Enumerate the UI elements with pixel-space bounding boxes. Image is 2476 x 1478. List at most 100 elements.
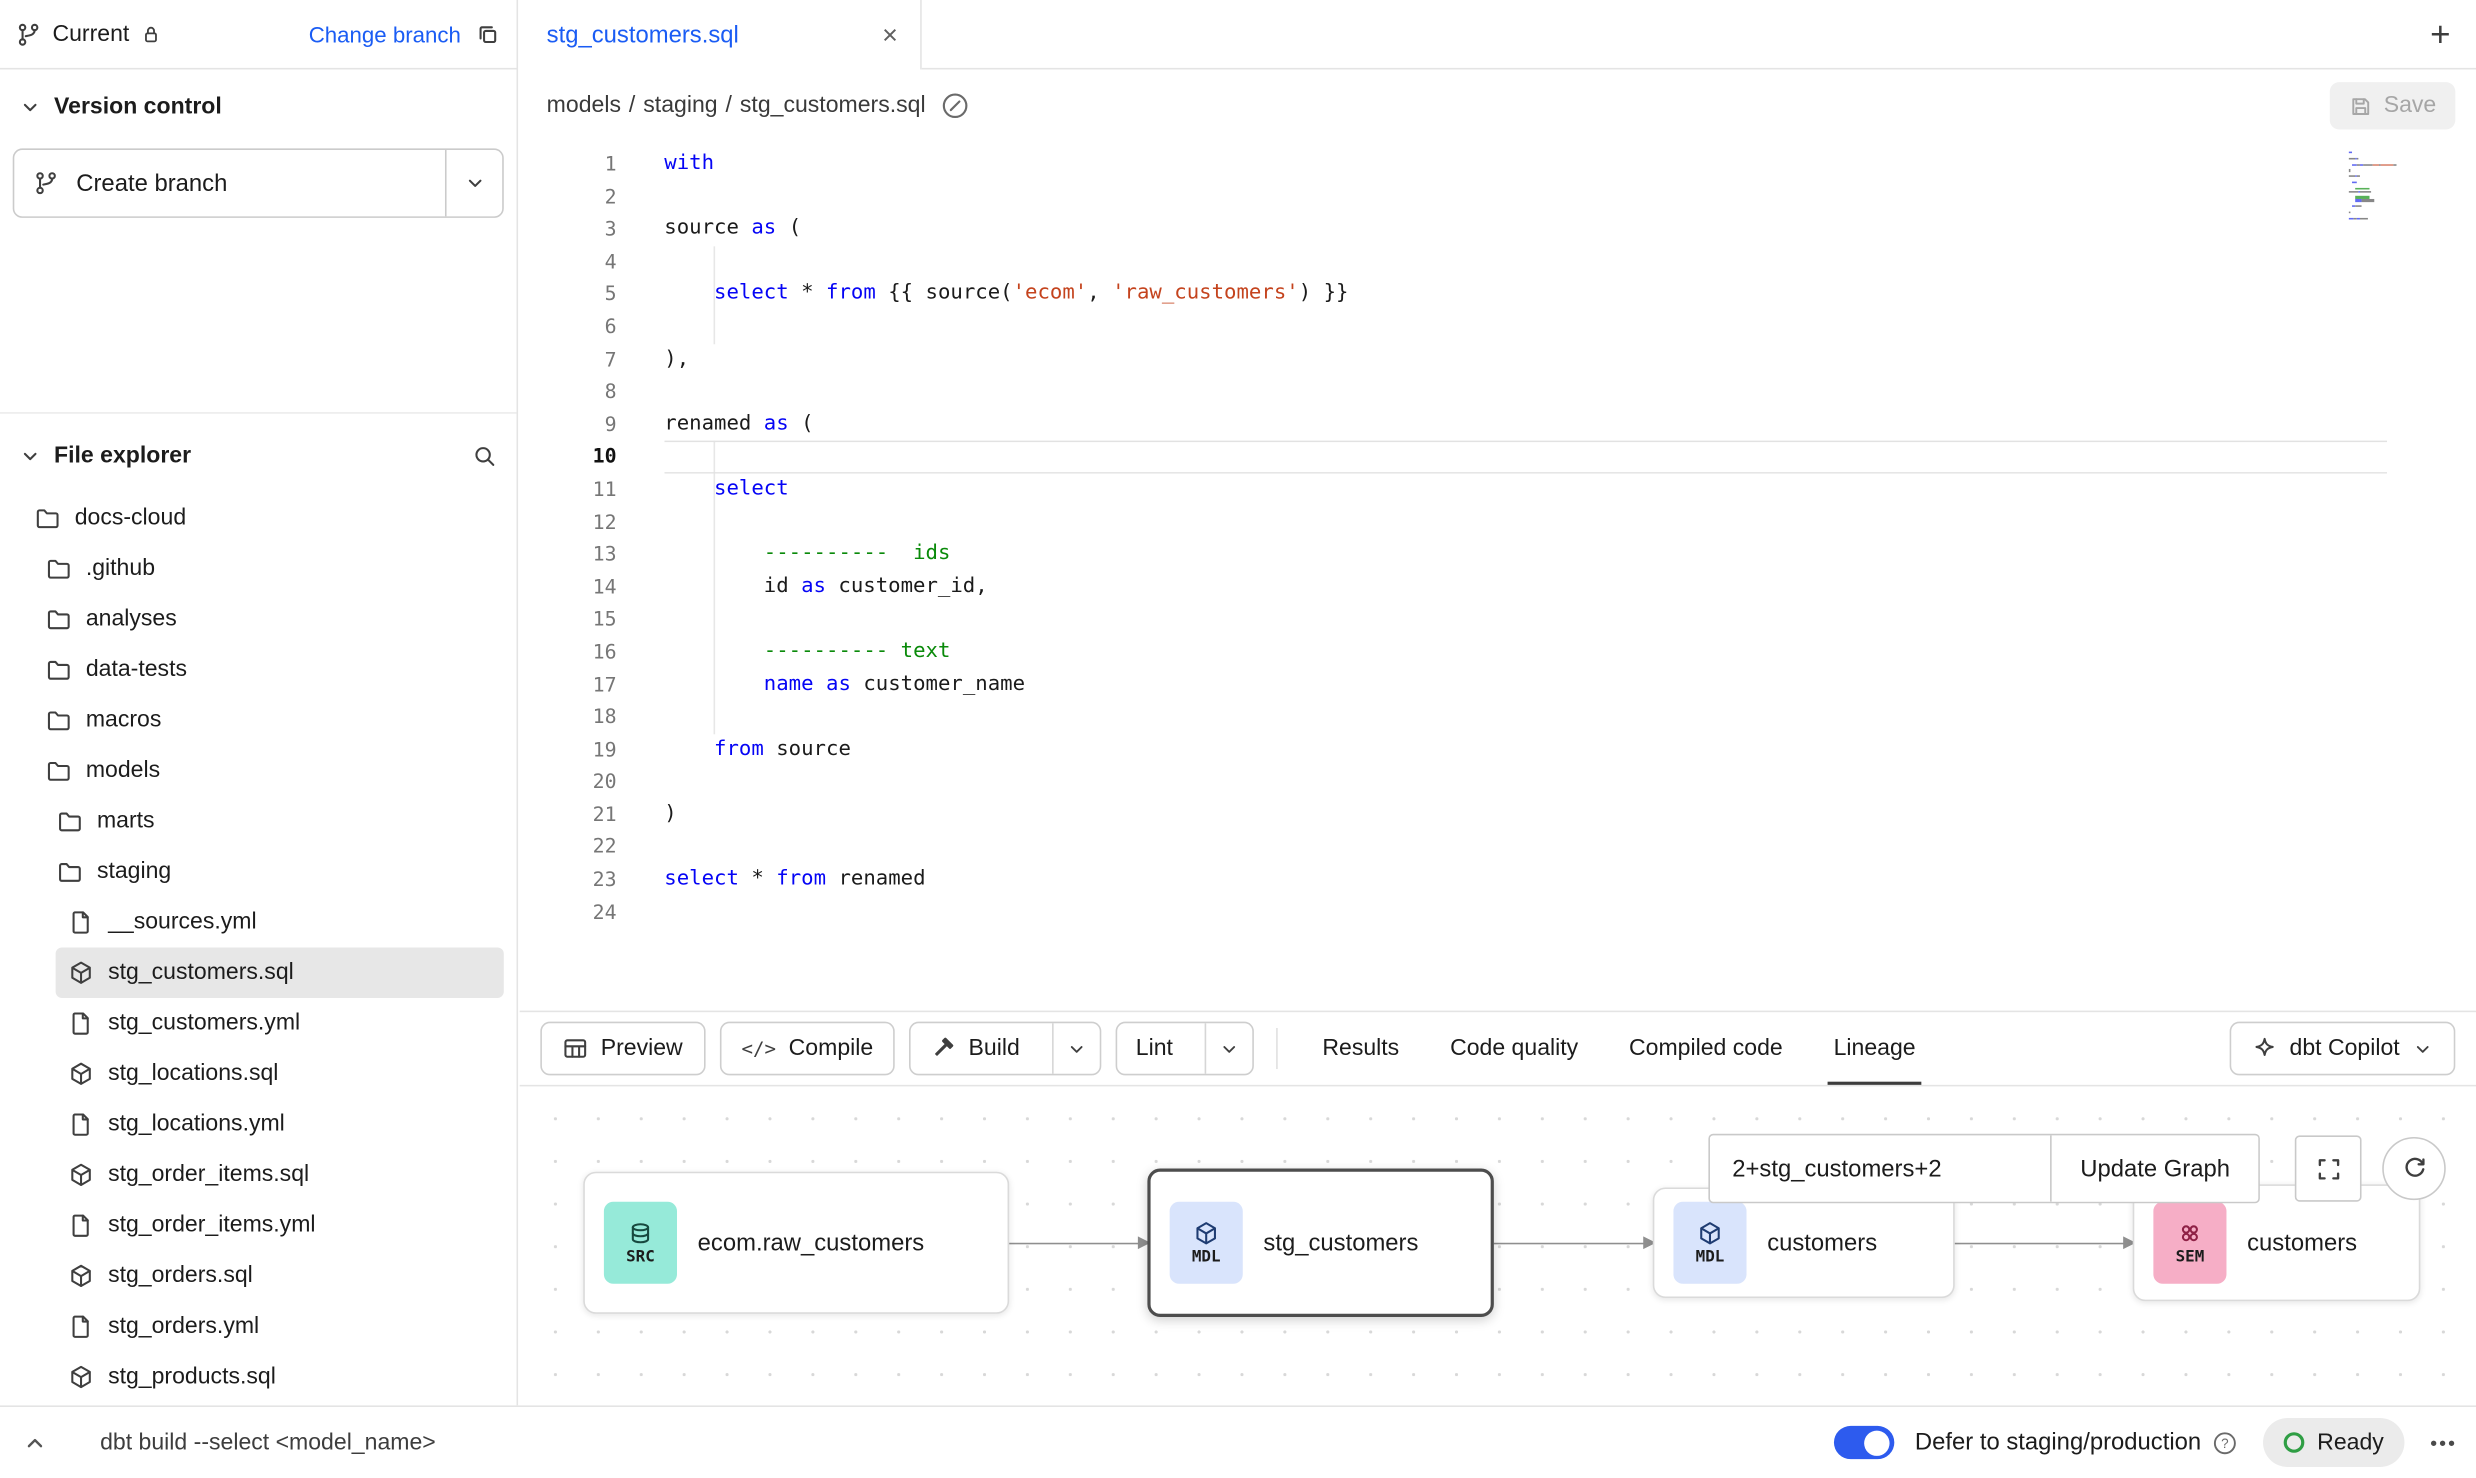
code-line-2[interactable]: 2 [520, 181, 2476, 214]
tab-lineage[interactable]: Lineage [1808, 1012, 1941, 1085]
create-branch-caret[interactable] [445, 150, 502, 216]
minimap-line [2349, 170, 2403, 172]
tab-results[interactable]: Results [1297, 1012, 1425, 1085]
minimap-line [2349, 172, 2403, 174]
ready-status-badge[interactable]: Ready [2263, 1418, 2404, 1467]
code-line-10[interactable]: 10 [520, 441, 2476, 474]
chevron-down-icon [19, 96, 41, 118]
file-tree-item-stg-order-items-yml[interactable]: stg_order_items.yml [0, 1200, 504, 1251]
new-tab-button[interactable]: + [2430, 17, 2450, 52]
file-tree-item--github[interactable]: .github [0, 543, 504, 594]
file-tree-item-staging[interactable]: staging [0, 846, 504, 897]
code-line-18[interactable]: 18 [520, 701, 2476, 734]
more-options-button[interactable] [2428, 1428, 2457, 1456]
file-tree-item-stg-order-items-sql[interactable]: stg_order_items.sql [0, 1150, 504, 1201]
code-line-17[interactable]: 17 name as customer_name [520, 669, 2476, 702]
file-tree-item-stg-orders-yml[interactable]: stg_orders.yml [0, 1301, 504, 1352]
file-tree-item-analyses[interactable]: analyses [0, 594, 504, 645]
file-tree-item-label: data-tests [86, 657, 187, 682]
file-tree-item-models[interactable]: models [0, 745, 504, 796]
code-line-23[interactable]: 23select * from renamed [520, 864, 2476, 897]
create-branch-button[interactable]: Create branch [13, 148, 504, 217]
build-button[interactable]: Build [910, 1022, 1101, 1076]
file-tree-item-data-tests[interactable]: data-tests [0, 644, 504, 695]
lineage-node-mdl-stg-customers[interactable]: MDLstg_customers [1147, 1169, 1493, 1317]
file-tree-item--sources-yml[interactable]: __sources.yml [0, 897, 504, 948]
fullscreen-icon [2315, 1155, 2342, 1182]
code-line-11[interactable]: 11 select [520, 474, 2476, 507]
code-line-22[interactable]: 22 [520, 831, 2476, 864]
file-icon [68, 1314, 93, 1339]
code-line-13[interactable]: 13 ---------- ids [520, 539, 2476, 572]
code-editor[interactable]: 1with23source as (45 select * from {{ so… [520, 142, 2476, 1011]
line-number: 10 [520, 441, 617, 474]
file-explorer-header[interactable]: File explorer [0, 433, 516, 480]
code-line-16[interactable]: 16 ---------- text [520, 636, 2476, 669]
code-line-14[interactable]: 14 id as customer_id, [520, 571, 2476, 604]
lineage-node-mdl-customers[interactable]: MDLcustomers [1653, 1187, 1955, 1298]
copy-branch-icon[interactable] [475, 21, 500, 46]
file-tree-item-marts[interactable]: marts [0, 796, 504, 847]
folder-icon [46, 606, 71, 631]
breadcrumb-part[interactable]: stg_customers.sql [740, 93, 926, 118]
tab-compiled-code[interactable]: Compiled code [1604, 1012, 1809, 1085]
fullscreen-button[interactable] [2295, 1135, 2362, 1201]
file-tree-item-stg-products-sql[interactable]: stg_products.sql [0, 1352, 504, 1403]
lint-button[interactable]: Lint [1115, 1022, 1254, 1076]
code-line-4[interactable]: 4 [520, 246, 2476, 279]
code-line-15[interactable]: 15 [520, 604, 2476, 637]
code-line-1[interactable]: 1with [520, 148, 2476, 181]
file-status-icon[interactable] [942, 92, 971, 120]
help-icon[interactable]: ? [2212, 1430, 2237, 1455]
lineage-edge-2 [1494, 1243, 1653, 1245]
file-tree-item-stg-locations-sql[interactable]: stg_locations.sql [0, 1049, 504, 1100]
file-tree-item-stg-customers-sql[interactable]: stg_customers.sql [56, 947, 504, 998]
lock-icon [140, 23, 162, 45]
toolbar-divider [1276, 1028, 1278, 1069]
code-line-3[interactable]: 3source as ( [520, 213, 2476, 246]
defer-toggle[interactable] [1834, 1426, 1894, 1459]
code-line-12[interactable]: 12 [520, 506, 2476, 539]
update-graph-button[interactable]: Update Graph [2050, 1135, 2259, 1201]
tab-code-quality[interactable]: Code quality [1425, 1012, 1604, 1085]
save-button[interactable]: Save [2330, 82, 2456, 129]
lineage-filter-input[interactable] [1710, 1135, 2050, 1201]
compile-button[interactable]: </> Compile [719, 1022, 895, 1076]
preview-button[interactable]: Preview [540, 1022, 705, 1076]
breadcrumb-part[interactable]: staging [643, 93, 717, 118]
file-tree-item-stg-customers-yml[interactable]: stg_customers.yml [0, 998, 504, 1049]
minimap-line [2349, 155, 2403, 157]
expand-command-bar-icon[interactable] [22, 1430, 47, 1455]
close-tab-icon[interactable]: × [882, 21, 898, 48]
build-options-caret[interactable] [1052, 1023, 1100, 1074]
line-content: with [664, 148, 2387, 181]
minimap[interactable] [2349, 152, 2403, 224]
file-tree-item-macros[interactable]: macros [0, 695, 504, 746]
git-branch-icon [16, 21, 41, 46]
code-line-8[interactable]: 8 [520, 376, 2476, 409]
change-branch-link[interactable]: Change branch [309, 21, 461, 46]
code-line-24[interactable]: 24 [520, 896, 2476, 929]
code-line-9[interactable]: 9renamed as ( [520, 409, 2476, 442]
version-control-header[interactable]: Version control [13, 95, 504, 120]
lineage-panel[interactable]: Update Graph SRCecom.raw_customers MDLstg… [520, 1086, 2476, 1405]
refresh-button[interactable] [2383, 1137, 2447, 1200]
line-content [664, 701, 2387, 734]
lineage-node-src-ecom-raw-customers[interactable]: SRCecom.raw_customers [583, 1172, 1009, 1314]
code-line-5[interactable]: 5 select * from {{ source('ecom', 'raw_c… [520, 279, 2476, 312]
tab-stg-customers-sql[interactable]: stg_customers.sql × [520, 0, 922, 69]
code-line-19[interactable]: 19 from source [520, 734, 2476, 767]
file-tree-item-stg-orders-sql[interactable]: stg_orders.sql [0, 1251, 504, 1302]
file-tree-item-docs-cloud[interactable]: docs-cloud [0, 493, 504, 544]
code-line-20[interactable]: 20 [520, 766, 2476, 799]
code-line-21[interactable]: 21) [520, 799, 2476, 832]
breadcrumb-part[interactable]: models [547, 93, 621, 118]
copilot-button[interactable]: dbt Copilot [2229, 1022, 2455, 1076]
lint-options-caret[interactable] [1205, 1023, 1253, 1074]
file-tree-item-label: __sources.yml [108, 910, 257, 935]
file-tree-item-label: stg_orders.sql [108, 1263, 253, 1288]
code-line-6[interactable]: 6 [520, 311, 2476, 344]
file-tree-item-stg-locations-yml[interactable]: stg_locations.yml [0, 1099, 504, 1150]
search-icon[interactable] [472, 444, 497, 469]
code-line-7[interactable]: 7), [520, 344, 2476, 377]
